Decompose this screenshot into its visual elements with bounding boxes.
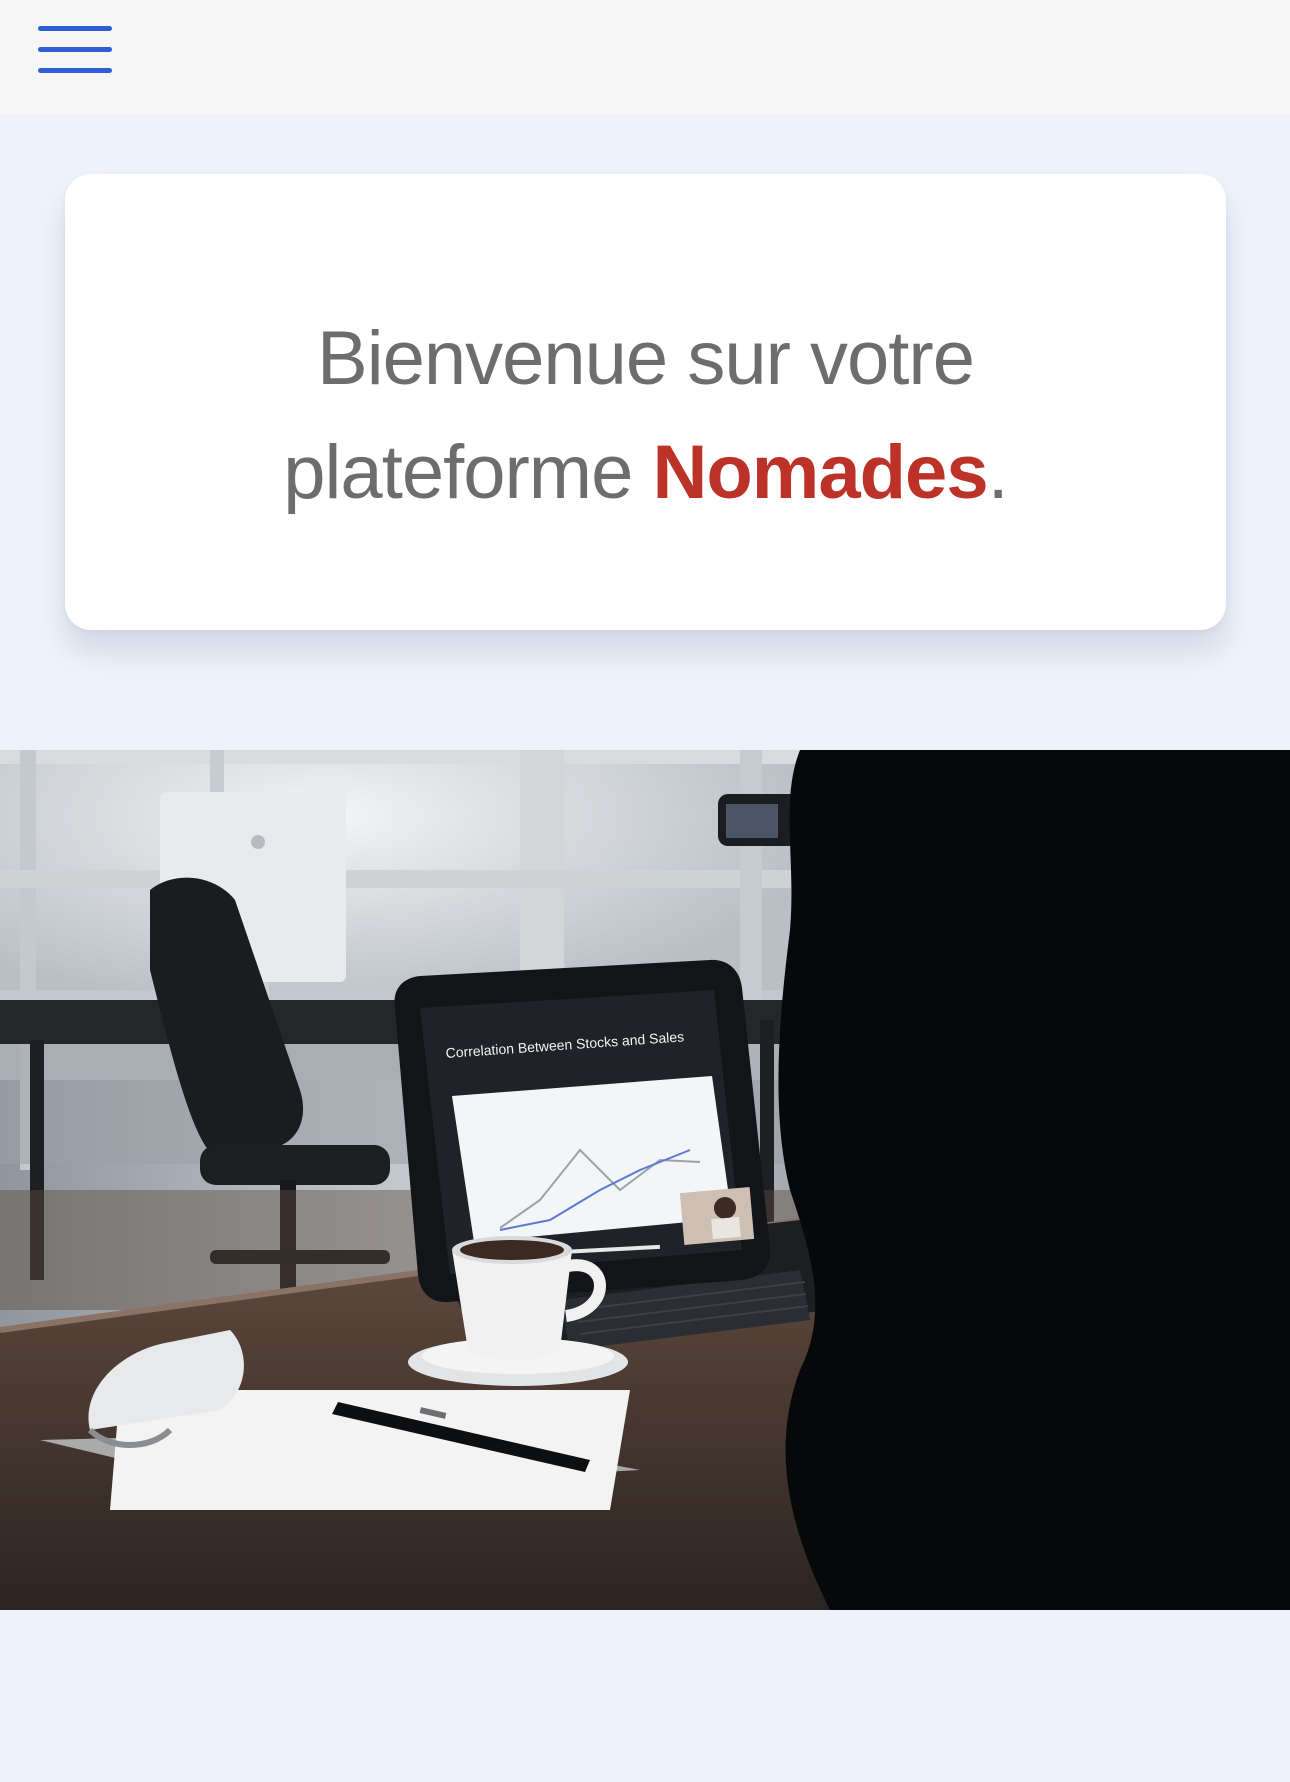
menu-button[interactable]	[34, 20, 118, 80]
welcome-line-1: Bienvenue sur votre	[317, 316, 975, 401]
hero-image: Correlation Between Stocks and Sales	[0, 750, 1290, 1610]
top-bar	[0, 0, 1290, 114]
welcome-line-2-prefix: plateforme	[283, 430, 653, 515]
hamburger-menu-icon	[38, 26, 112, 73]
welcome-line-2: plateforme Nomades.	[65, 416, 1226, 530]
welcome-line-2-suffix: .	[987, 430, 1009, 515]
welcome-heading: Bienvenue sur votre plateforme Nomades.	[65, 302, 1226, 530]
office-meeting-photo: Correlation Between Stocks and Sales	[0, 750, 1290, 1610]
welcome-card: Bienvenue sur votre plateforme Nomades.	[65, 174, 1226, 630]
brand-name: Nomades	[652, 430, 988, 515]
